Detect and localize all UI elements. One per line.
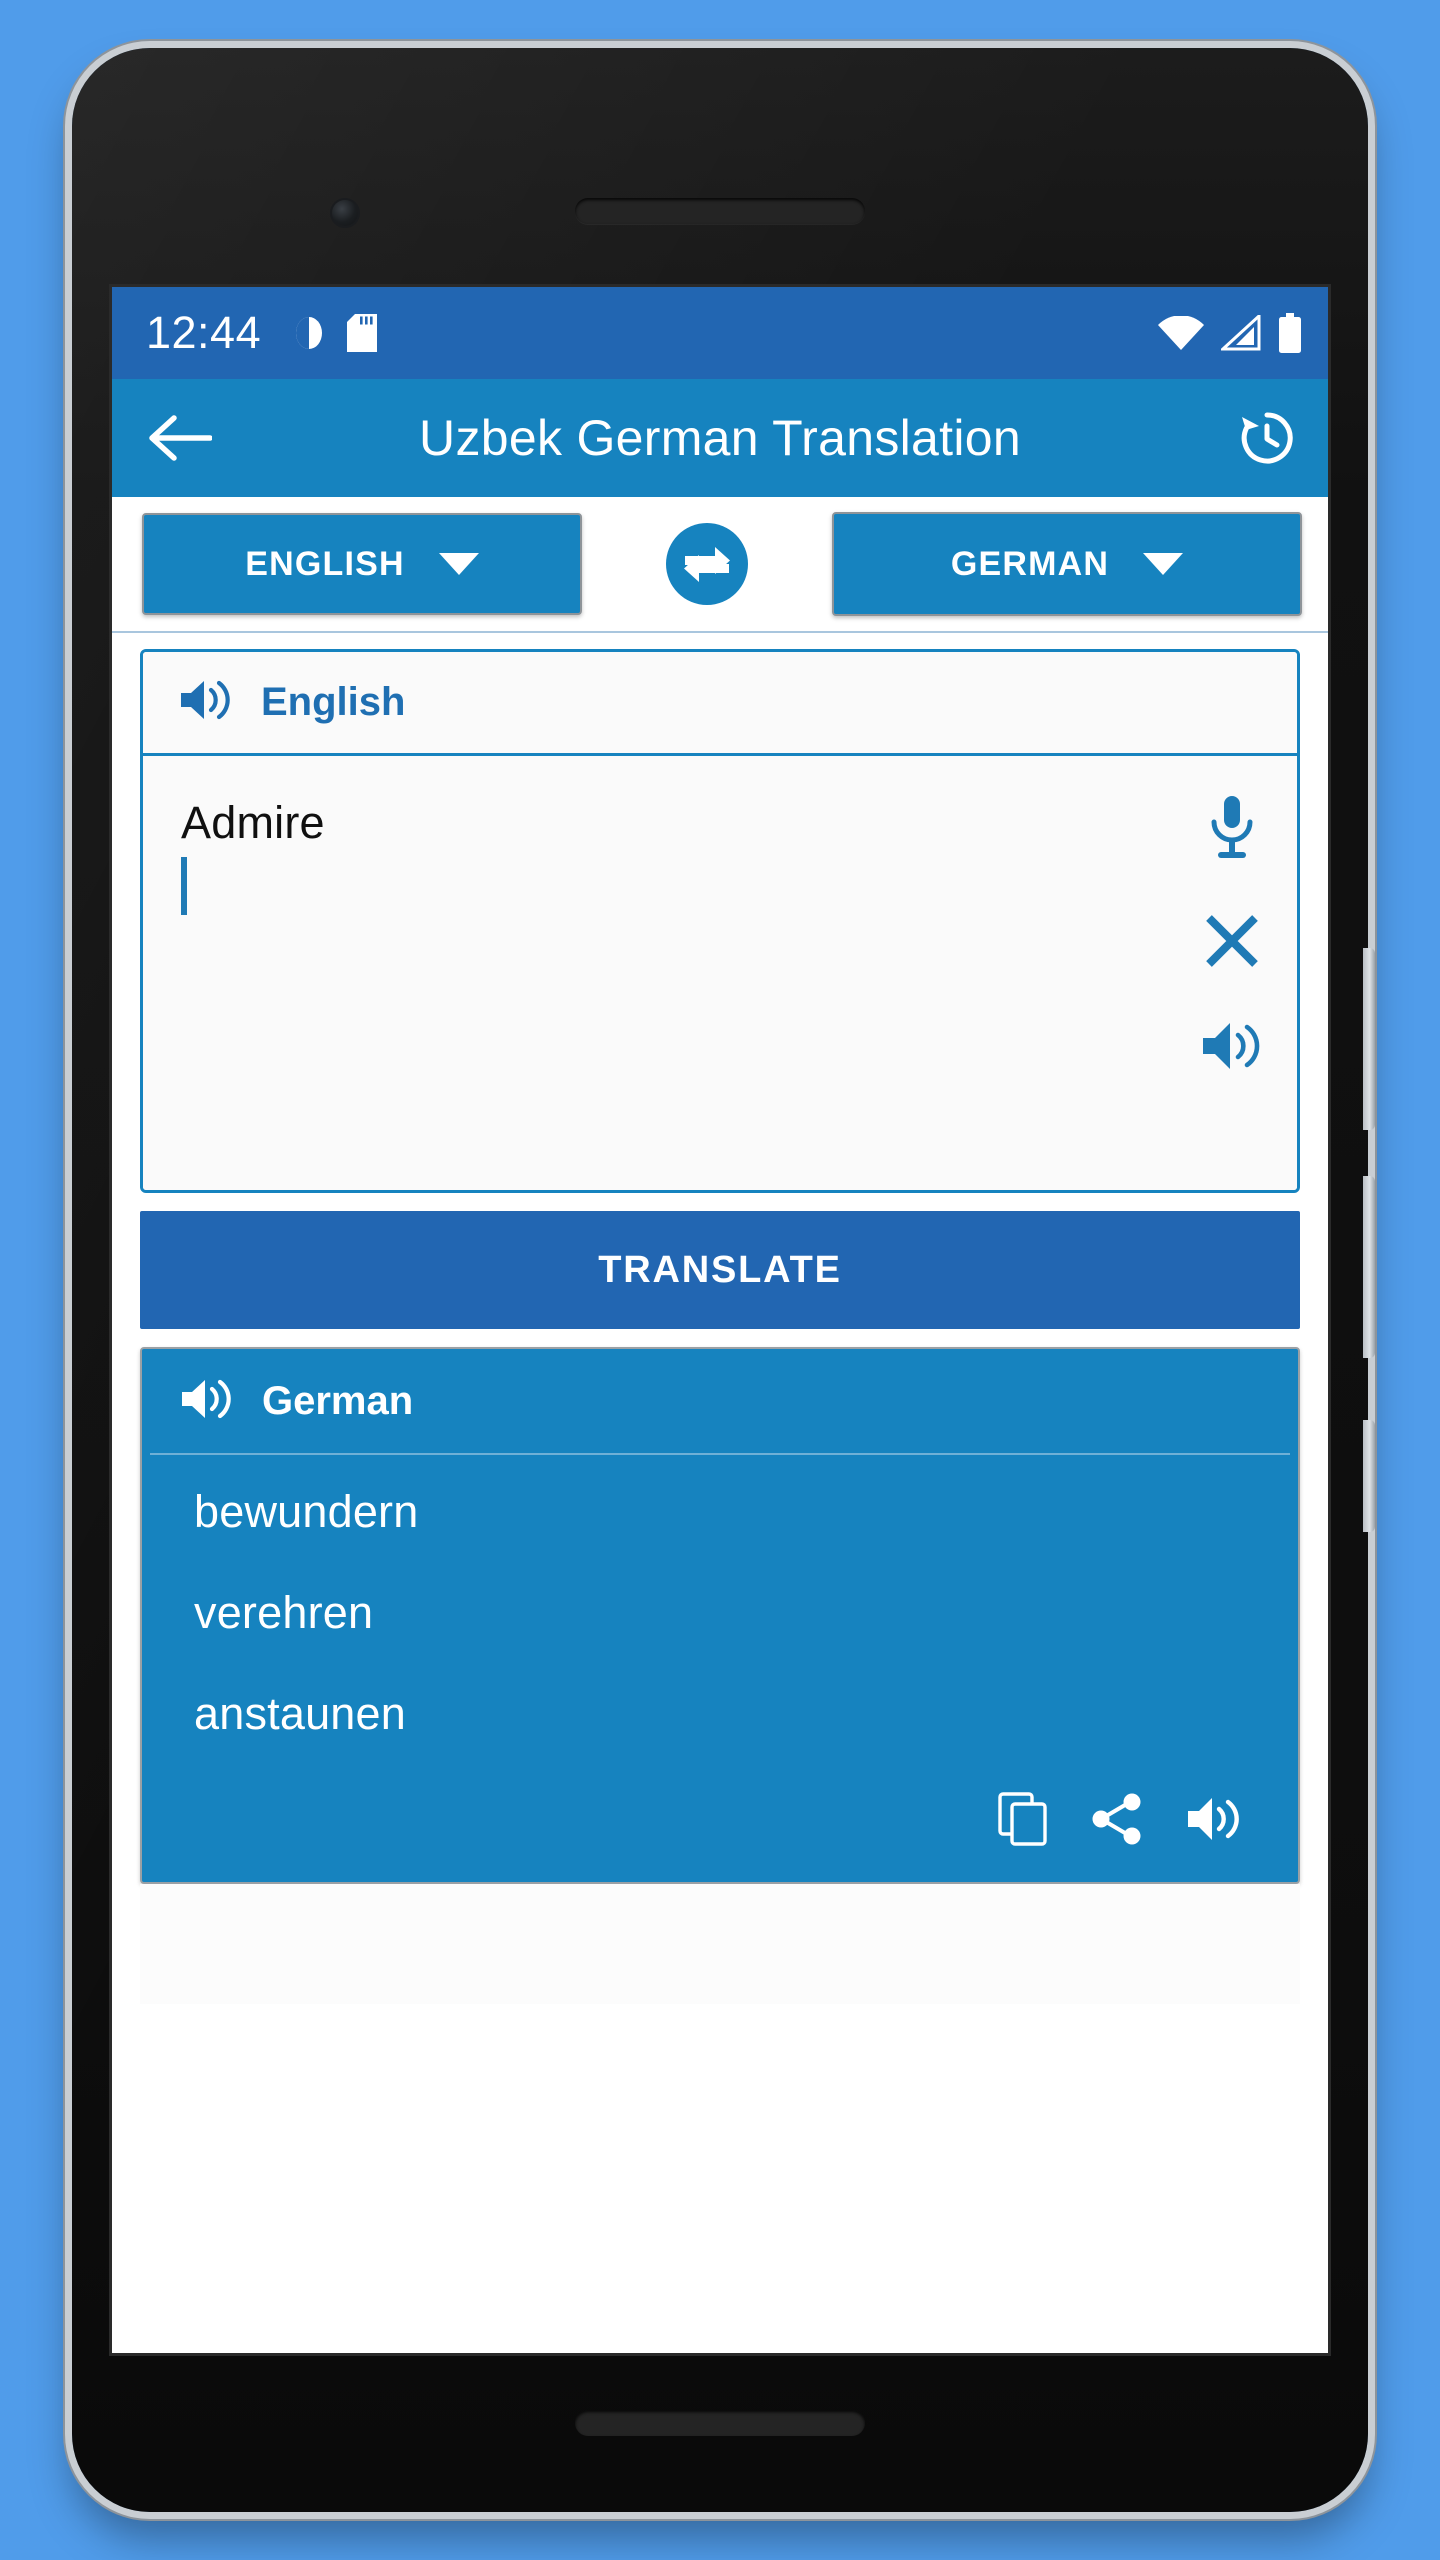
source-language-header-label: English: [261, 680, 406, 724]
source-text-input[interactable]: Admire: [143, 756, 1297, 1190]
list-item[interactable]: bewundern: [194, 1489, 1260, 1534]
bottom-speaker-grille: [575, 2410, 865, 2436]
copy-icon[interactable]: [998, 1792, 1048, 1846]
main-content: English Admire TRANSLATE German bewunder…: [112, 633, 1328, 2004]
chevron-down-icon: [438, 553, 479, 575]
app-bar: Uzbek German Translation: [112, 379, 1328, 497]
target-language-header-label: German: [262, 1378, 414, 1423]
source-action-icons: [1201, 794, 1263, 1074]
speak-result-icon[interactable]: [1186, 1794, 1242, 1844]
source-language-label: ENGLISH: [245, 544, 405, 583]
power-button[interactable]: [1363, 1420, 1375, 1532]
phone-device-frame: 12:44 Uzbek German Translation ENGLISH G…: [72, 48, 1375, 2512]
battery-icon: [1278, 313, 1302, 353]
source-language-dropdown[interactable]: ENGLISH: [142, 513, 582, 615]
swap-languages-container: [582, 523, 832, 605]
status-bar-right-icons: [1158, 313, 1302, 353]
history-clock-icon[interactable]: [1236, 407, 1298, 469]
result-action-icons: [194, 1792, 1260, 1852]
volume-down-button[interactable]: [1363, 1176, 1375, 1358]
front-camera: [332, 200, 358, 226]
status-bar: 12:44: [112, 287, 1328, 379]
share-icon[interactable]: [1090, 1792, 1144, 1846]
translate-button[interactable]: TRANSLATE: [140, 1211, 1300, 1329]
close-x-icon[interactable]: [1201, 910, 1263, 972]
screenshot-root: 12:44 Uzbek German Translation ENGLISH G…: [0, 0, 1440, 2560]
earpiece-speaker: [575, 198, 865, 224]
alarm-icon: [291, 315, 327, 351]
page-title: Uzbek German Translation: [419, 410, 1021, 466]
translation-result-card: German bewundern verehren anstaunen: [140, 1347, 1300, 1884]
source-text-value: Admire: [181, 797, 325, 848]
sd-card-icon: [347, 314, 378, 352]
source-language-header[interactable]: English: [143, 652, 1297, 756]
speaker-icon: [179, 677, 233, 728]
swap-arrows-icon[interactable]: [666, 523, 748, 605]
back-arrow-icon[interactable]: [146, 412, 213, 464]
screen-bottom-filler: [140, 1884, 1300, 2004]
microphone-icon[interactable]: [1206, 794, 1258, 864]
translation-list: bewundern verehren anstaunen: [150, 1453, 1290, 1874]
phone-screen: 12:44 Uzbek German Translation ENGLISH G…: [112, 287, 1328, 2353]
wifi-icon: [1158, 316, 1204, 350]
chevron-down-icon: [1143, 553, 1184, 575]
cellular-signal-icon: [1221, 315, 1261, 351]
translate-button-label: TRANSLATE: [598, 1248, 842, 1291]
speak-source-icon[interactable]: [1201, 1018, 1263, 1074]
target-language-header[interactable]: German: [142, 1349, 1298, 1453]
target-language-dropdown[interactable]: GERMAN: [832, 512, 1302, 616]
speaker-icon: [180, 1376, 234, 1427]
status-bar-left-icons: [291, 314, 378, 352]
list-item[interactable]: anstaunen: [194, 1691, 1260, 1736]
target-language-label: GERMAN: [950, 544, 1110, 583]
list-item[interactable]: verehren: [194, 1590, 1260, 1635]
language-selector-bar: ENGLISH GERMAN: [112, 497, 1328, 633]
status-bar-clock: 12:44: [146, 307, 262, 358]
volume-up-button[interactable]: [1363, 948, 1375, 1130]
source-text-card: English Admire: [140, 649, 1300, 1193]
text-cursor: [181, 856, 187, 915]
